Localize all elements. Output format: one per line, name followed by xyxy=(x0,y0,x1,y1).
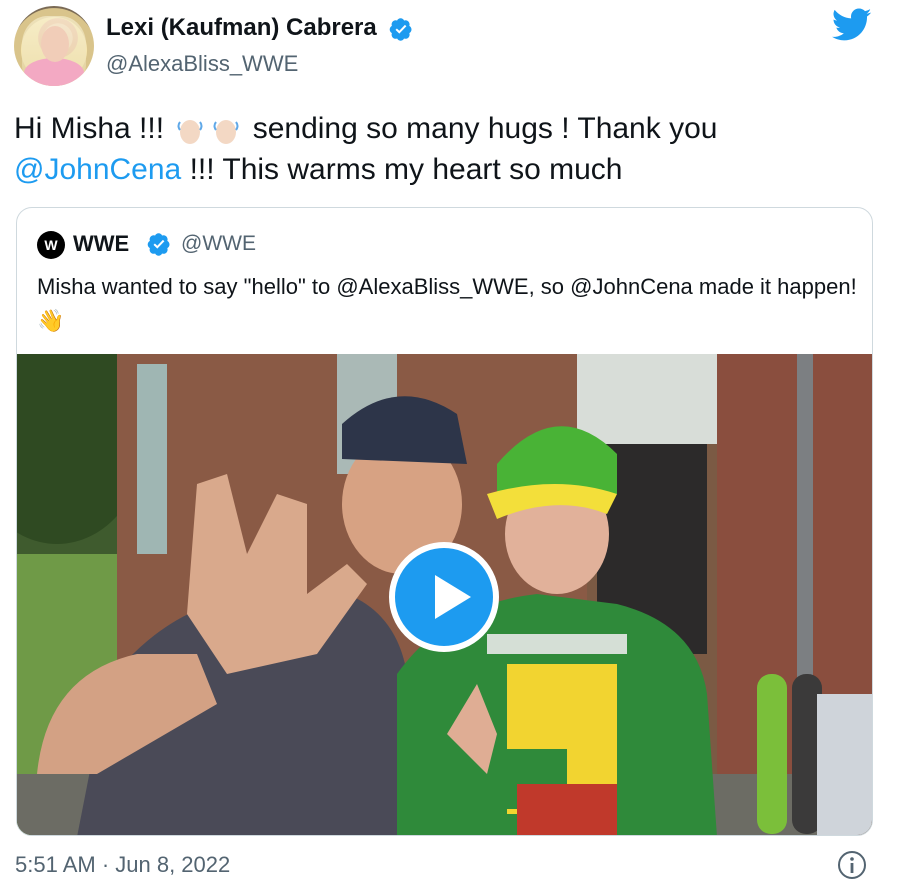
info-icon[interactable] xyxy=(836,849,868,881)
wwe-logo-icon[interactable]: W xyxy=(37,231,65,259)
tweet-text: Hi Misha !!! sending so many hugs ! Than… xyxy=(14,108,874,190)
verified-icon xyxy=(147,233,170,256)
play-button[interactable] xyxy=(389,542,499,652)
waving-hands-emoji-icon xyxy=(177,120,203,145)
tweet-timestamp[interactable]: 5:51 AM · Jun 8, 2022 xyxy=(15,852,230,878)
avatar-shirt xyxy=(24,58,84,86)
twitter-bird-icon[interactable] xyxy=(832,8,872,42)
tweet-text-part3: !!! This warms my heart so much xyxy=(181,153,623,186)
author-handle[interactable]: @AlexaBliss_WWE xyxy=(106,51,298,77)
avatar-face xyxy=(41,26,69,62)
quoted-tweet-card[interactable]: W WWE @WWE Misha wanted to say "hello" t… xyxy=(16,207,873,836)
tweet-text-part2: sending so many hugs ! Thank you xyxy=(244,112,718,145)
quoted-author-name[interactable]: WWE xyxy=(73,231,129,257)
play-icon xyxy=(435,575,471,619)
author-name[interactable]: Lexi (Kaufman) Cabrera xyxy=(106,14,413,42)
waving-hands-emoji-icon xyxy=(213,120,239,145)
quoted-tweet-text: Misha wanted to say "hello" to @AlexaBli… xyxy=(37,274,857,333)
video-thumbnail[interactable] xyxy=(17,354,872,835)
tweet-text-part1: Hi Misha !!! xyxy=(14,112,173,145)
verified-icon xyxy=(390,17,412,41)
author-name-text: Lexi (Kaufman) Cabrera xyxy=(106,14,377,41)
mention-link[interactable]: @JohnCena xyxy=(14,153,181,186)
author-avatar[interactable] xyxy=(14,6,94,86)
quoted-author-handle[interactable]: @WWE xyxy=(181,232,256,256)
